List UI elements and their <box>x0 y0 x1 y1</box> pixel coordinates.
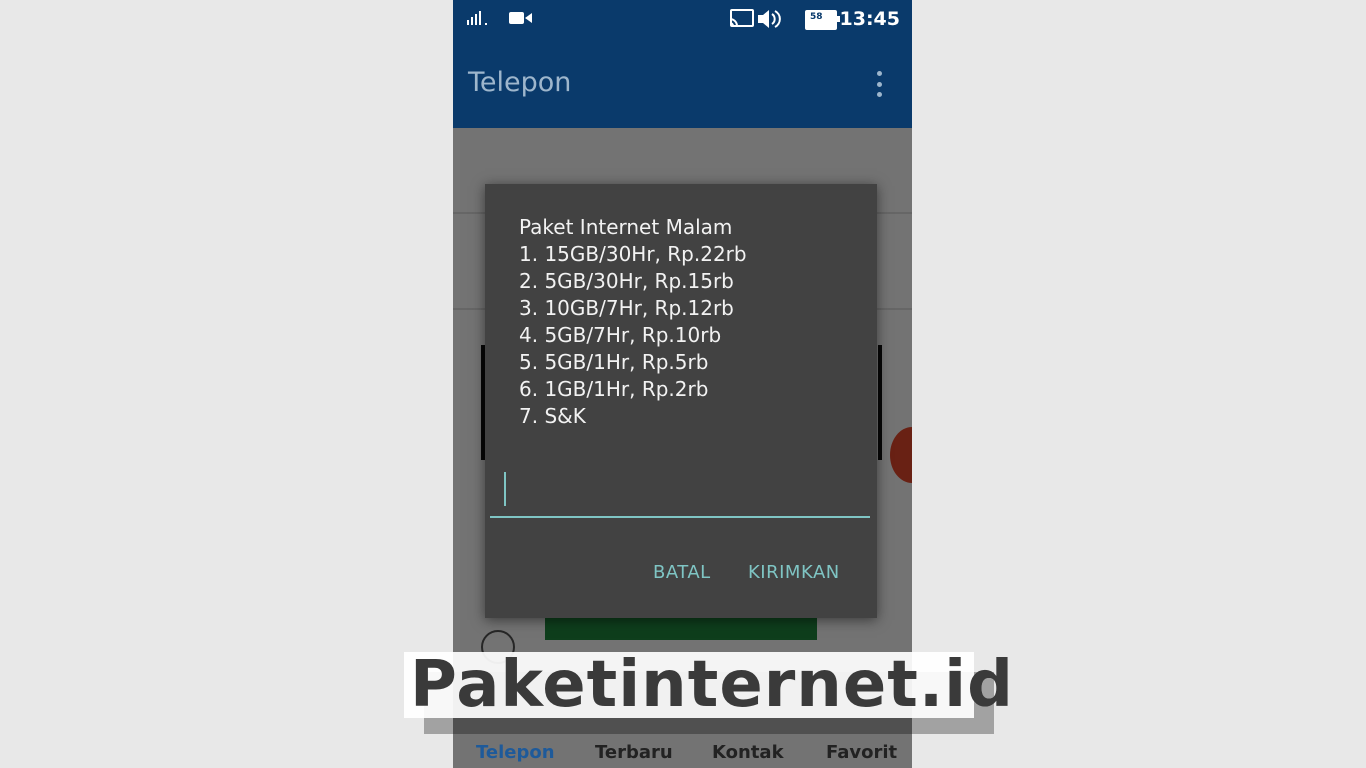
app-title: Telepon <box>468 67 572 98</box>
status-bar: 58 13:45 <box>453 0 912 38</box>
cast-icon <box>729 9 754 27</box>
bottom-tabs: Telepon Terbaru Kontak Favorit <box>453 736 912 768</box>
app-bar: Telepon <box>453 38 912 128</box>
video-icon <box>509 12 532 24</box>
send-button[interactable]: KIRIMKAN <box>748 562 840 583</box>
watermark-text: Paketinternet.id <box>410 648 1014 722</box>
tab-kontak[interactable]: Kontak <box>712 742 784 763</box>
dialog-option: 7. S&K <box>519 404 586 428</box>
dialog-option: 5. 5GB/1Hr, Rp.5rb <box>519 350 709 374</box>
dialog-option: 1. 15GB/30Hr, Rp.22rb <box>519 242 747 266</box>
more-vert-icon[interactable] <box>876 71 882 97</box>
clock: 13:45 <box>839 8 900 30</box>
cancel-button[interactable]: BATAL <box>653 562 711 583</box>
ussd-dialog: Paket Internet Malam 1. 15GB/30Hr, Rp.22… <box>485 184 877 618</box>
dialog-title: Paket Internet Malam <box>519 215 733 239</box>
dialog-option: 4. 5GB/7Hr, Rp.10rb <box>519 323 722 347</box>
reply-input[interactable] <box>490 468 870 518</box>
volume-icon <box>758 10 781 28</box>
text-cursor <box>504 472 506 506</box>
tab-favorit[interactable]: Favorit <box>826 742 897 763</box>
dialog-option: 3. 10GB/7Hr, Rp.12rb <box>519 296 734 320</box>
dialog-option: 2. 5GB/30Hr, Rp.15rb <box>519 269 734 293</box>
battery-level: 58 <box>810 12 823 22</box>
dialog-option: 6. 1GB/1Hr, Rp.2rb <box>519 377 709 401</box>
tab-telepon[interactable]: Telepon <box>476 742 555 763</box>
signal-icon <box>467 11 487 25</box>
tab-terbaru[interactable]: Terbaru <box>595 742 673 763</box>
battery-icon: 58 <box>805 10 840 30</box>
dialog-message: Paket Internet Malam 1. 15GB/30Hr, Rp.22… <box>519 214 747 430</box>
